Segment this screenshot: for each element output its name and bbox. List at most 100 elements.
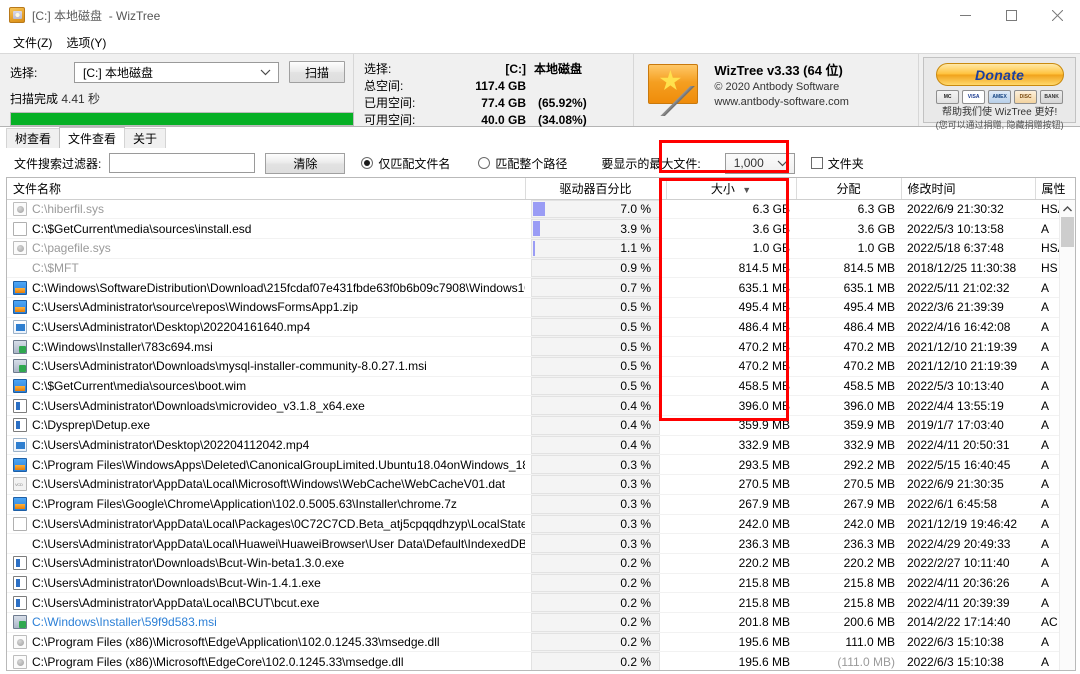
- column-header-size-label: 大小: [710, 181, 735, 196]
- table-row[interactable]: C:\Program Files\Google\Chrome\Applicati…: [7, 494, 1075, 515]
- table-row[interactable]: C:\Users\Administrator\Desktop\202204112…: [7, 435, 1075, 456]
- maximize-button[interactable]: [988, 0, 1034, 31]
- clear-button[interactable]: 清除: [265, 152, 346, 174]
- table-row[interactable]: C:\Users\Administrator\Desktop\202204161…: [7, 317, 1075, 338]
- folders-checkbox[interactable]: 文件夹: [810, 155, 864, 172]
- table-row[interactable]: C:\$GetCurrent\media\sources\boot.wim 0.5…: [7, 376, 1075, 397]
- about-website[interactable]: www.antbody-software.com: [714, 95, 849, 110]
- table-row[interactable]: C:\Program Files (x86)\Microsoft\Edge\Ap…: [7, 632, 1075, 653]
- cell-modified: 2021/12/19 19:46:42: [901, 514, 1035, 535]
- table-row[interactable]: C:\Program Files (x86)\Microsoft\EdgeCor…: [7, 651, 1075, 670]
- file-path-text: C:\Users\Administrator\source\repos\Wind…: [32, 300, 359, 315]
- cell-size: 242.0 MB: [666, 514, 796, 535]
- tab-file-view[interactable]: 文件查看: [59, 127, 126, 148]
- scan-progress-bar: [10, 112, 354, 126]
- scan-button[interactable]: 扫描: [289, 61, 345, 83]
- cell-allocated: 200.6 MB: [796, 612, 901, 633]
- cell-allocated: 396.0 MB: [796, 395, 901, 417]
- table-row[interactable]: C:\Windows\SoftwareDistribution\Download…: [7, 277, 1075, 298]
- cell-allocated: 635.1 MB: [796, 277, 901, 298]
- percent-text: 0.3 %: [620, 536, 651, 551]
- percent-text: 0.2 %: [620, 575, 651, 590]
- installer-icon: [13, 339, 27, 354]
- cell-modified: 2022/5/18 6:37:48: [901, 238, 1035, 259]
- column-header-name[interactable]: 文件名称: [7, 178, 526, 200]
- cell-size: 215.8 MB: [666, 592, 796, 613]
- window-title-path: [C:] 本地磁盘: [32, 8, 103, 23]
- cell-file-name: C:\Users\Administrator\Desktop\202204112…: [7, 435, 525, 456]
- table-row[interactable]: C:\Windows\Installer\59f9d583.msi 0.2 % 20…: [7, 612, 1075, 633]
- menu-file[interactable]: 文件(Z): [8, 32, 61, 53]
- cell-size: 195.6 MB: [666, 632, 796, 653]
- tab-tree-view[interactable]: 树查看: [6, 128, 61, 148]
- info-extra-free: (34.08%): [538, 113, 587, 127]
- cell-modified: 2022/2/27 10:11:40: [901, 553, 1035, 574]
- minimize-button[interactable]: [942, 0, 988, 31]
- column-header-size[interactable]: 大小 ▼: [666, 178, 797, 200]
- column-header-attributes[interactable]: 属性: [1035, 178, 1075, 200]
- system-file-icon: [13, 654, 27, 669]
- vertical-scrollbar[interactable]: [1059, 200, 1075, 670]
- column-header-modified[interactable]: 修改时间: [901, 178, 1036, 200]
- cell-file-name: C:\Users\Administrator\Downloads\microvi…: [7, 395, 525, 417]
- percent-text: 0.4 %: [620, 398, 651, 413]
- table-row[interactable]: C:\Dysprep\Detup.exe 0.4 % 359.9 MB 359.9 M…: [7, 415, 1075, 436]
- cell-drive-percent: 0.2 %: [525, 651, 666, 670]
- table-row[interactable]: C:\$MFT 0.9 % 814.5 MB 814.5 MB 2018/12/25 1…: [7, 258, 1075, 279]
- table-row[interactable]: C:\Windows\Installer\783c694.msi 0.5 % 470…: [7, 336, 1075, 357]
- table-row[interactable]: C:\Users\Administrator\Downloads\Bcut-Wi…: [7, 553, 1075, 574]
- table-row[interactable]: C:\Users\Administrator\Downloads\mysql-i…: [7, 356, 1075, 377]
- table-row[interactable]: C:\pagefile.sys 1.1 % 1.0 GB 1.0 GB 2022/5/1…: [7, 238, 1075, 259]
- payment-card-icons: MC VISA AMEX DISC BANK: [928, 90, 1071, 104]
- scroll-up-arrow-icon[interactable]: [1060, 200, 1075, 217]
- table-row[interactable]: C:\Program Files\WindowsApps\Deleted\Can…: [7, 454, 1075, 476]
- radio-match-filename[interactable]: 仅匹配文件名: [361, 155, 450, 172]
- tab-about[interactable]: 关于: [124, 128, 167, 148]
- system-file-icon: [13, 634, 27, 649]
- cell-file-name: C:\hiberfil.sys: [7, 199, 525, 220]
- column-header-percent[interactable]: 驱动器百分比: [525, 178, 667, 200]
- table-row[interactable]: C:\Users\Administrator\Downloads\microvi…: [7, 395, 1075, 417]
- table-row[interactable]: C:\Users\Administrator\source\repos\Wind…: [7, 297, 1075, 318]
- table-row[interactable]: C:\Users\Administrator\AppData\Local\Hua…: [7, 533, 1075, 554]
- info-value-free: 40.0 GB: [481, 113, 526, 127]
- donate-button[interactable]: Donate: [935, 63, 1064, 86]
- cell-size: 195.6 MB: [666, 651, 796, 670]
- file-path-text: C:\Program Files\WindowsApps\Deleted\Can…: [32, 457, 525, 472]
- file-path-text: C:\Program Files\Google\Chrome\Applicati…: [32, 497, 457, 512]
- cell-file-name: C:\pagefile.sys: [7, 238, 525, 259]
- cell-drive-percent: 0.3 %: [525, 514, 666, 535]
- file-path-text: C:\Users\Administrator\Downloads\Bcut-Wi…: [32, 575, 321, 590]
- close-button[interactable]: [1034, 0, 1080, 31]
- scan-elapsed-time: 4.41 秒: [61, 92, 101, 106]
- cell-file-name: C:\Program Files\Google\Chrome\Applicati…: [7, 494, 525, 515]
- column-header-allocated[interactable]: 分配: [796, 178, 902, 200]
- max-files-select[interactable]: 1,000: [724, 152, 795, 174]
- folders-checkbox-label: 文件夹: [827, 156, 864, 171]
- cell-drive-percent: 0.2 %: [525, 592, 666, 613]
- file-path-text: C:\$GetCurrent\media\sources\install.esd: [32, 221, 252, 236]
- file-path-text: C:\Users\Administrator\Desktop\202204161…: [32, 319, 311, 334]
- table-row[interactable]: C:\$GetCurrent\media\sources\install.esd…: [7, 218, 1075, 239]
- table-header-row: 文件名称 驱动器百分比 大小 ▼ 分配 修改时间 属性: [7, 178, 1075, 200]
- cell-drive-percent: 0.4 %: [525, 435, 666, 456]
- cell-size: 635.1 MB: [666, 277, 796, 298]
- drive-select[interactable]: [C:] 本地磁盘: [74, 61, 279, 83]
- table-row[interactable]: C:\hiberfil.sys 7.0 % 6.3 GB 6.3 GB 2022/6/9…: [7, 199, 1075, 220]
- table-row[interactable]: C:\Users\Administrator\AppData\Local\Mic…: [7, 474, 1075, 495]
- cell-size: 458.5 MB: [666, 376, 796, 397]
- menu-options[interactable]: 选项(Y): [61, 32, 115, 53]
- cell-file-name: C:\Program Files (x86)\Microsoft\EdgeCor…: [7, 651, 525, 670]
- cell-modified: 2022/5/3 10:13:58: [901, 218, 1035, 239]
- cell-size: 470.2 MB: [666, 336, 796, 357]
- info-value-total: 117.4 GB: [475, 79, 526, 93]
- table-row[interactable]: C:\Users\Administrator\AppData\Local\BCU…: [7, 592, 1075, 613]
- table-row[interactable]: C:\Users\Administrator\AppData\Local\Pac…: [7, 514, 1075, 535]
- info-extra-used: (65.92%): [538, 96, 587, 110]
- table-row[interactable]: C:\Users\Administrator\Downloads\Bcut-Wi…: [7, 573, 1075, 594]
- search-input[interactable]: [109, 153, 256, 173]
- radio-match-fullpath[interactable]: 匹配整个路径: [478, 155, 567, 172]
- scrollbar-thumb[interactable]: [1061, 217, 1074, 247]
- cell-file-name: C:\Users\Administrator\Downloads\Bcut-Wi…: [7, 573, 525, 594]
- cell-drive-percent: 0.5 %: [525, 317, 666, 338]
